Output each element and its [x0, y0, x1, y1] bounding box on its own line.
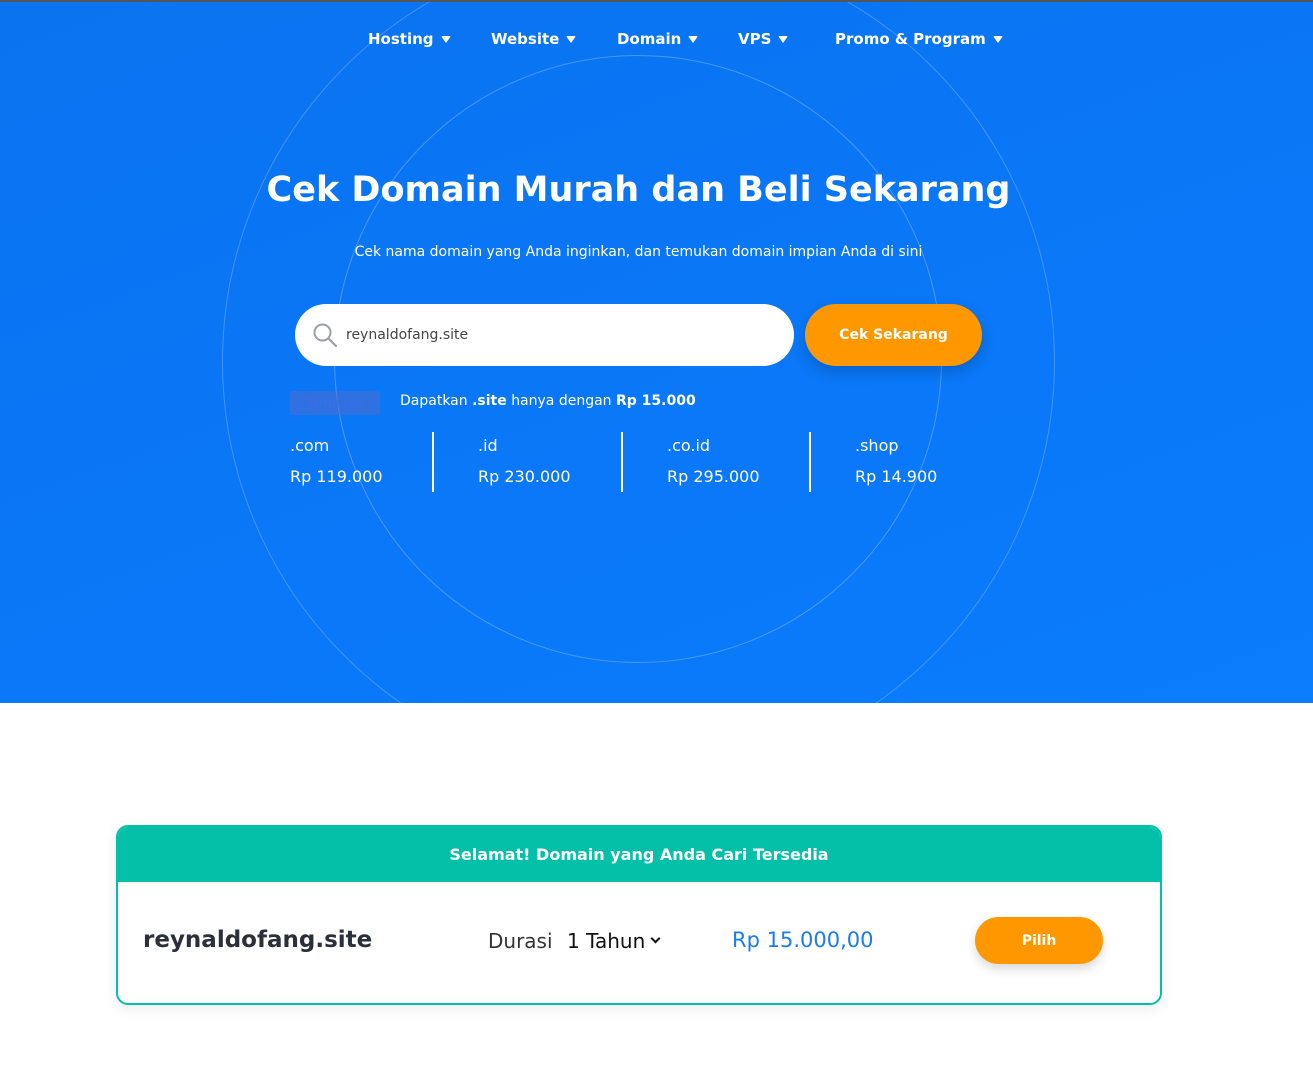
main-nav: Hosting Website Domain VPS Promo & Progr… — [0, 30, 1313, 54]
promo-prefix: Dapatkan — [400, 393, 468, 409]
caret-down-icon — [688, 36, 699, 43]
result-price: Rp 15.000,00 — [732, 928, 874, 952]
caret-down-icon — [566, 36, 577, 43]
duration-select[interactable]: 1 Tahun — [567, 929, 661, 953]
result-header: Selamat! Domain yang Anda Cari Tersedia — [118, 827, 1160, 882]
tld-price: Rp 295.000 — [667, 467, 760, 486]
page-title: Cek Domain Murah dan Beli Sekarang — [266, 170, 1011, 210]
domain-search-input[interactable] — [346, 327, 766, 343]
caret-down-icon — [992, 36, 1003, 43]
check-now-button[interactable]: Cek Sekarang — [805, 304, 982, 366]
nav-item-website[interactable]: Website — [491, 30, 577, 48]
tld-price: Rp 119.000 — [290, 467, 383, 486]
tld-name: .shop — [855, 436, 899, 455]
duration-label: Durasi — [488, 929, 553, 953]
cheapest-badge: Termurah — [290, 391, 380, 415]
tld-item-shop: .shop Rp 14.900 — [855, 432, 937, 492]
caret-down-icon — [778, 36, 789, 43]
tld-name: .co.id — [667, 436, 711, 455]
tld-item-co-id: .co.id Rp 295.000 — [667, 432, 760, 492]
nav-item-label: VPS — [738, 30, 772, 48]
duration-value: 1 Tahun — [567, 929, 646, 953]
nav-item-label: Hosting — [368, 30, 434, 48]
domain-result-card: Selamat! Domain yang Anda Cari Tersedia … — [116, 825, 1162, 1005]
promo-price: Rp 15.000 — [616, 393, 696, 409]
chevron-down-icon — [650, 933, 661, 944]
tld-price: Rp 230.000 — [478, 467, 571, 486]
promo-tld: .site — [472, 393, 507, 409]
tld-divider — [432, 432, 434, 492]
tld-divider — [621, 432, 623, 492]
hero-section: Hosting Website Domain VPS Promo & Progr… — [0, 2, 1313, 703]
tld-divider — [809, 432, 811, 492]
nav-item-label: Promo & Program — [835, 30, 986, 48]
nav-item-hosting[interactable]: Hosting — [368, 30, 451, 48]
tld-name: .id — [478, 436, 498, 455]
select-domain-button[interactable]: Pilih — [975, 917, 1103, 964]
result-domain-name: reynaldofang.site — [143, 927, 373, 953]
nav-item-vps[interactable]: VPS — [738, 30, 789, 48]
caret-down-icon — [440, 36, 451, 43]
page-subtitle: Cek nama domain yang Anda inginkan, dan … — [354, 244, 923, 260]
tld-item-com: .com Rp 119.000 — [290, 432, 383, 492]
promo-middle: hanya dengan — [511, 393, 612, 409]
promo-text: Dapatkan .site hanya dengan Rp 15.000 — [400, 393, 696, 409]
nav-item-label: Domain — [617, 30, 682, 48]
domain-search-box[interactable] — [295, 304, 794, 366]
tld-price: Rp 14.900 — [855, 467, 938, 486]
search-icon — [313, 323, 338, 348]
tld-item-id: .id Rp 230.000 — [478, 432, 571, 492]
tld-name: .com — [290, 436, 330, 455]
nav-item-domain[interactable]: Domain — [617, 30, 699, 48]
nav-item-label: Website — [491, 30, 560, 48]
nav-item-promo-program[interactable]: Promo & Program — [835, 30, 1003, 48]
